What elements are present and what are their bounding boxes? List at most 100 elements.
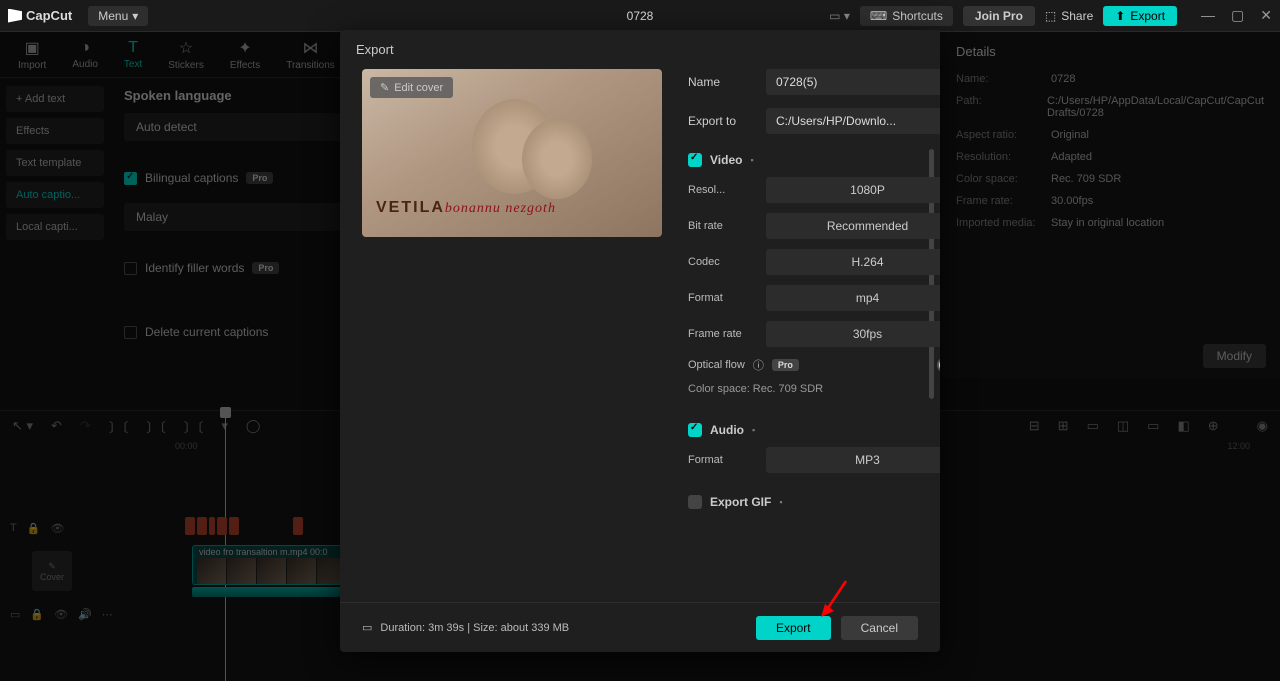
video-format-select[interactable]: mp4 [766, 285, 940, 311]
gif-section-head[interactable]: Export GIF ▪ [688, 495, 940, 509]
edit-cover-button[interactable]: ✎ Edit cover [370, 77, 453, 98]
language-chip[interactable]: Malay [124, 203, 344, 231]
stickers-icon: ☆ [179, 38, 193, 58]
tool-a[interactable]: ⊟ [1029, 418, 1040, 434]
audio-track-icon[interactable]: ▭ [10, 608, 20, 621]
exportto-input[interactable] [766, 108, 940, 134]
resolution-select[interactable]: 1080P [766, 177, 940, 203]
video-preview: ✎ Edit cover VETILAbonannu nezgoth [362, 69, 662, 237]
lock-icon[interactable]: 🔒 [27, 522, 41, 535]
tool-d[interactable]: ◫ [1117, 418, 1129, 434]
colorspace-info: Color space: Rec. 709 SDR [688, 383, 940, 395]
tab-import[interactable]: ▣Import [10, 34, 54, 75]
delete-captions-checkbox[interactable] [124, 326, 137, 339]
sidebar-add-text[interactable]: Add text [6, 86, 104, 112]
pointer-tool[interactable]: ↖ ▾ [12, 418, 33, 434]
speaker-icon[interactable]: 🔊 [78, 608, 92, 621]
text-track-icon[interactable]: T [10, 522, 17, 535]
bilingual-checkbox[interactable] [124, 172, 137, 185]
split-left-tool[interactable]: 〕〔 [146, 417, 166, 436]
info-icon[interactable]: ⓘ [753, 357, 764, 373]
pencil-icon: ✎ [48, 561, 56, 572]
app-logo: CapCut [8, 8, 72, 23]
sidebar-effects[interactable]: Effects [6, 118, 104, 144]
title-bar: CapCut Menu ▾ 0728 ▭ ▾ ⌨ Shortcuts Join … [0, 0, 1280, 32]
tool-b[interactable]: ⊞ [1058, 418, 1069, 434]
caption-segment[interactable] [293, 517, 303, 535]
maximize-button[interactable]: ▢ [1231, 7, 1244, 24]
keyboard-icon: ⌨ [870, 9, 887, 23]
export-top-button[interactable]: ⬆ Export [1103, 6, 1177, 26]
name-input[interactable] [766, 69, 940, 95]
share-button[interactable]: ⬚ Share [1045, 9, 1093, 23]
filler-checkbox[interactable] [124, 262, 137, 275]
details-panel: Details Name:0728 Path:C:/Users/HP/AppDa… [940, 32, 1280, 378]
caption-segment[interactable] [229, 517, 239, 535]
pro-badge: Pro [246, 172, 273, 184]
eye-icon[interactable]: 👁 [50, 522, 64, 535]
collapse-dot-icon: ▪ [750, 155, 753, 165]
auto-detect-chip[interactable]: Auto detect [124, 113, 344, 141]
collapse-dot-icon: ▪ [752, 425, 755, 435]
tab-audio[interactable]: ◑Audio [64, 35, 106, 74]
video-checkbox[interactable] [688, 153, 702, 167]
sidebar-auto-captions[interactable]: Auto captio... [6, 182, 104, 208]
gif-checkbox[interactable] [688, 495, 702, 509]
cancel-button[interactable]: Cancel [841, 616, 918, 640]
modify-button[interactable]: Modify [1203, 344, 1266, 368]
minimize-button[interactable]: — [1201, 7, 1215, 24]
tool-f[interactable]: ◧ [1177, 418, 1189, 434]
close-button[interactable]: ✕ [1260, 7, 1272, 24]
export-button[interactable]: Export [756, 616, 831, 640]
modal-title: Export [340, 30, 940, 69]
more-icon[interactable]: ⋯ [102, 608, 113, 621]
tab-transitions[interactable]: ⋈Transitions [278, 34, 343, 75]
bitrate-select[interactable]: Recommended [766, 213, 940, 239]
pro-badge: Pro [772, 359, 799, 371]
name-label: Name [688, 75, 766, 89]
video-section-head[interactable]: Video ▪ [688, 153, 940, 167]
details-title: Details [956, 44, 1264, 59]
audio-track-controls: ▭ 🔒 👁 🔊 ⋯ [10, 608, 160, 621]
caption-segment[interactable] [197, 517, 207, 535]
shield-tool[interactable]: ◯ [246, 418, 261, 434]
sidebar-local-captions[interactable]: Local capti... [6, 214, 104, 240]
title-right: ▭ ▾ ⌨ Shortcuts Join Pro ⬚ Share ⬆ Expor… [829, 6, 1272, 26]
video-clip[interactable]: video fro transaltion m.mp4 00:0 [192, 545, 357, 585]
undo-button[interactable]: ↶ [51, 418, 62, 434]
redo-button[interactable]: ↷ [80, 418, 91, 434]
caption-segment[interactable] [209, 517, 215, 535]
audio-strip[interactable] [192, 587, 357, 597]
audio-format-select[interactable]: MP3 [766, 447, 940, 473]
audio-section-head[interactable]: Audio ▪ [688, 423, 940, 437]
framerate-select[interactable]: 30fps [766, 321, 940, 347]
tool-c[interactable]: ▭ [1087, 418, 1099, 434]
menu-button[interactable]: Menu ▾ [88, 6, 148, 26]
text-track-controls: T 🔒 👁 [10, 522, 160, 535]
tab-stickers[interactable]: ☆Stickers [160, 34, 212, 75]
eye-icon[interactable]: 👁 [54, 608, 68, 621]
tab-text[interactable]: TText [116, 35, 150, 74]
split-right-tool[interactable]: 〕〔 [184, 417, 204, 436]
export-form: Name Export to 🗀 Video ▪ Resol...1080P B… [688, 69, 940, 594]
audio-checkbox[interactable] [688, 423, 702, 437]
lock-icon[interactable]: 🔒 [30, 608, 44, 621]
capcut-icon [8, 9, 22, 23]
effects-icon: ✦ [238, 38, 251, 58]
tool-e[interactable]: ▭ [1147, 418, 1159, 434]
optical-flow-toggle[interactable] [937, 357, 940, 373]
caption-segment[interactable] [185, 517, 195, 535]
pro-badge: Pro [252, 262, 279, 274]
tab-effects[interactable]: ✦Effects [222, 34, 268, 75]
tool-g[interactable]: ⊕ [1208, 418, 1219, 434]
sidebar-text-template[interactable]: Text template [6, 150, 104, 176]
share-icon: ⬚ [1045, 9, 1056, 23]
layout-icon[interactable]: ▭ ▾ [829, 9, 850, 23]
codec-select[interactable]: H.264 [766, 249, 940, 275]
zoom-slider[interactable]: ◉ [1257, 418, 1268, 434]
split-tool[interactable]: 〕〔 [109, 417, 129, 436]
join-pro-button[interactable]: Join Pro [963, 6, 1035, 26]
caption-segment[interactable] [217, 517, 227, 535]
shortcuts-button[interactable]: ⌨ Shortcuts [860, 6, 953, 26]
cover-cell[interactable]: ✎ Cover [32, 551, 72, 591]
